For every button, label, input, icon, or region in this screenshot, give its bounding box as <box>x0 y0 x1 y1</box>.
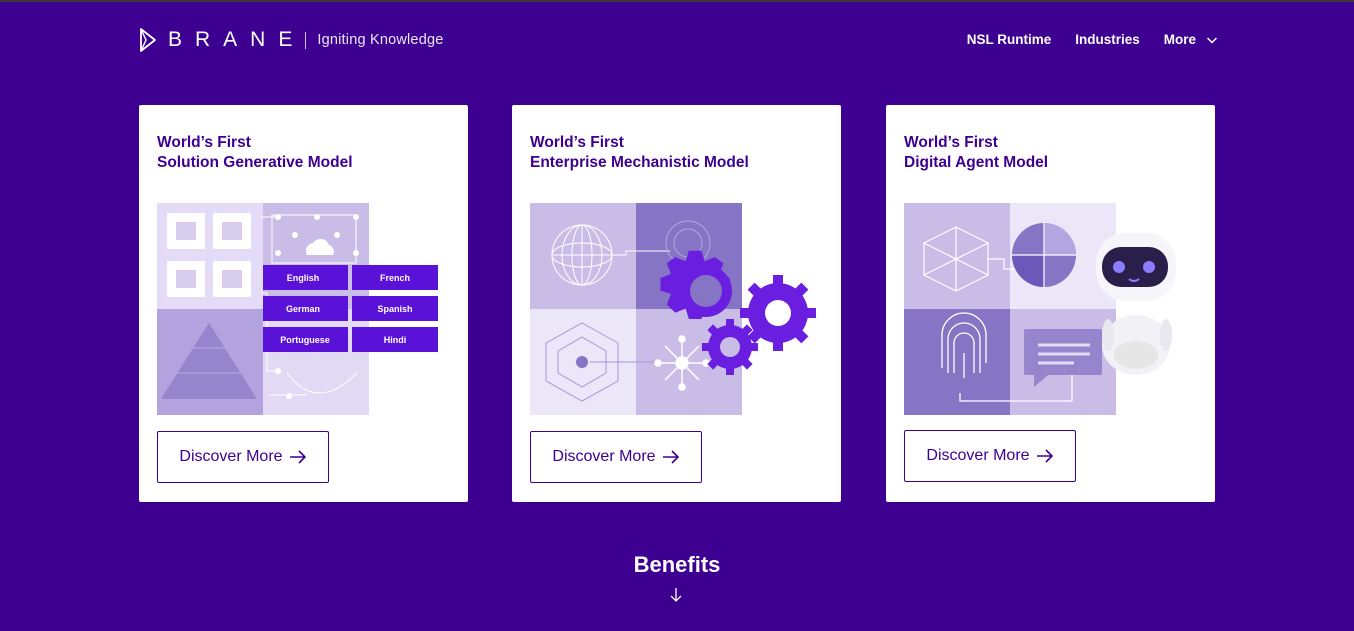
language-chip: English <box>287 273 320 283</box>
discover-more-button[interactable]: Discover More <box>157 431 329 483</box>
nav-item-industries[interactable]: Industries <box>1075 32 1140 47</box>
nav-item-more[interactable]: More <box>1164 32 1218 47</box>
button-label: Discover More <box>552 448 656 465</box>
card-digital-agent-model: World’s First Digital Agent Model Discov… <box>886 105 1215 502</box>
language-grid-illustration: English French German Spanish Portuguese… <box>157 203 438 415</box>
site-header: BRANE Igniting Knowledge NSL Runtime Ind… <box>138 26 1218 56</box>
gears-illustration <box>530 203 816 415</box>
logo-divider <box>305 31 307 49</box>
card-title-line2: Solution Generative Model <box>157 153 353 171</box>
nav-item-label: More <box>1163 32 1196 47</box>
language-chip: Spanish <box>377 304 412 314</box>
card-enterprise-mechanistic-model: World’s First Enterprise Mechanistic Mod… <box>512 105 841 502</box>
language-chip: German <box>286 304 320 314</box>
discover-more-button[interactable]: Discover More <box>530 431 702 483</box>
card-solution-generative-model: World’s First Solution Generative Model <box>139 105 468 502</box>
chevron-down-icon <box>1206 36 1218 44</box>
language-chip: Portuguese <box>280 335 330 345</box>
nav-item-label: Industries <box>1075 32 1140 47</box>
arrow-right-icon <box>289 450 306 464</box>
nav-item-label: NSL Runtime <box>966 32 1052 47</box>
logo-wordmark: BRANE <box>168 28 306 51</box>
main-nav: NSL Runtime Industries More <box>943 32 1218 47</box>
button-label: Discover More <box>926 447 1030 464</box>
benefits-heading: Benefits <box>633 552 721 577</box>
card-title-line1: World’s First <box>530 134 624 151</box>
card-title-line1: World’s First <box>904 134 998 151</box>
brane-logo-icon <box>140 28 156 52</box>
discover-more-button[interactable]: Discover More <box>904 430 1076 482</box>
card-title: World’s First Enterprise Mechanistic Mod… <box>530 133 749 172</box>
card-title-line2: Digital Agent Model <box>904 153 1049 171</box>
nav-item-nsl-runtime[interactable]: NSL Runtime <box>967 32 1052 47</box>
button-label: Discover More <box>179 448 283 465</box>
arrow-right-icon <box>1036 449 1053 463</box>
arrow-right-icon <box>662 450 679 464</box>
digital-agent-illustration <box>904 203 1176 415</box>
card-title: World’s First Solution Generative Model <box>157 133 353 172</box>
card-title: World’s First Digital Agent Model <box>904 133 1048 172</box>
card-title-line2: Enterprise Mechanistic Model <box>530 153 749 171</box>
top-border <box>0 0 1354 2</box>
tagline: Igniting Knowledge <box>317 32 444 48</box>
card-title-line1: World’s First <box>157 134 251 151</box>
brand-logo[interactable]: BRANE Igniting Knowledge <box>138 26 444 54</box>
language-chip: French <box>380 273 410 283</box>
arrow-down-icon[interactable] <box>669 587 683 603</box>
language-chip: Hindi <box>384 335 407 345</box>
